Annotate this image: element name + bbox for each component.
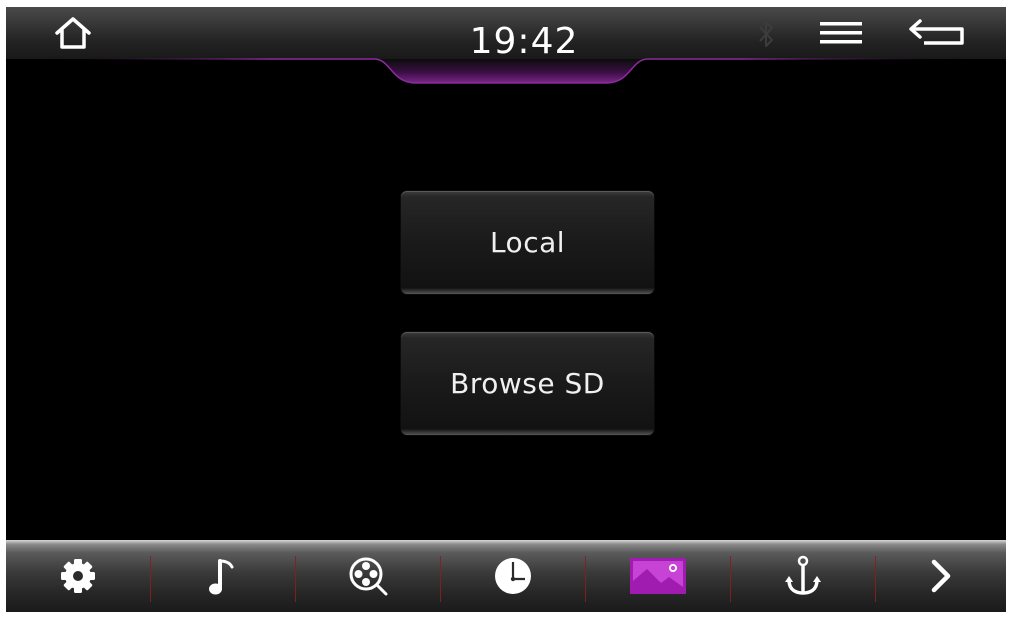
browse-sd-button-label: Browse SD bbox=[450, 367, 605, 400]
local-button[interactable]: Local bbox=[401, 191, 654, 294]
local-button-label: Local bbox=[489, 226, 566, 259]
navigation-icon[interactable] bbox=[731, 540, 875, 612]
screen: 19:42 Local Browse SD bbox=[6, 7, 1006, 612]
settings-icon[interactable] bbox=[6, 540, 150, 612]
menu-icon[interactable] bbox=[816, 15, 866, 51]
clock-icon[interactable] bbox=[441, 540, 585, 612]
bluetooth-icon bbox=[754, 17, 778, 51]
back-icon[interactable] bbox=[906, 15, 968, 51]
gallery-icon[interactable] bbox=[586, 540, 730, 612]
music-icon[interactable] bbox=[151, 540, 295, 612]
video-icon[interactable] bbox=[296, 540, 440, 612]
clock-time: 19:42 bbox=[469, 21, 579, 62]
next-icon[interactable] bbox=[876, 540, 1006, 612]
home-icon[interactable] bbox=[48, 13, 98, 53]
status-bar: 19:42 bbox=[6, 7, 1006, 89]
bottom-dock bbox=[6, 540, 1006, 612]
browse-sd-button[interactable]: Browse SD bbox=[401, 332, 654, 435]
